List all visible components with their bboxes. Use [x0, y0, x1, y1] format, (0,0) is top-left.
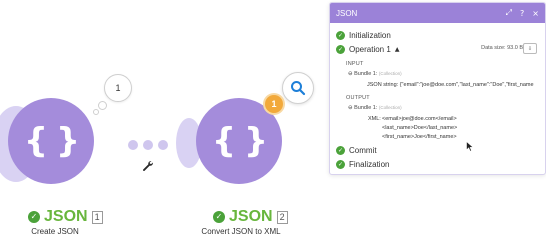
expand-icon[interactable]: ⤢ — [506, 8, 512, 18]
panel-title: JSON — [336, 8, 358, 18]
module-1-json[interactable]: { } — [8, 98, 94, 184]
data-size: Data size: 93.0 B — [481, 45, 523, 51]
xml-label: XML: — [368, 116, 381, 122]
commit-row[interactable]: ✓ Commit — [336, 146, 377, 155]
inspect-output-button[interactable] — [282, 72, 314, 104]
json-string-label: JSON string: — [367, 82, 399, 88]
bubble-tail-dot-small — [93, 109, 99, 115]
input-bundle-label: Bundle 1: — [354, 71, 378, 77]
operations-badge[interactable]: 1 — [265, 95, 283, 113]
collapse-icon[interactable]: ⊖ — [348, 71, 353, 77]
collapse-icon[interactable]: ⊖ — [348, 105, 353, 111]
operation-row[interactable]: ✓ Operation 1 ▲ — [336, 45, 399, 54]
module-name: JSON — [44, 208, 88, 225]
xml-line: <email>joe@doe.com</email> — [382, 116, 457, 122]
check-icon: ✓ — [28, 211, 40, 223]
module-name: JSON — [229, 208, 273, 225]
check-icon: ✓ — [336, 45, 345, 54]
check-icon: ✓ — [213, 211, 225, 223]
operations-badge-count: 1 — [271, 99, 277, 109]
output-bundle-label: Bundle 1: — [354, 105, 378, 111]
output-bundle-type: (Collection) — [378, 105, 402, 110]
connection-dot — [143, 140, 153, 150]
check-icon: ✓ — [336, 146, 345, 155]
initialization-label: Initialization — [349, 31, 391, 40]
collapse-arrow-icon[interactable]: ▲ — [395, 46, 400, 53]
json-braces-icon: { } — [211, 121, 268, 161]
finalization-label: Finalization — [349, 160, 390, 169]
xml-line: <last_name>Doe</last_name> — [382, 125, 458, 131]
finalization-row[interactable]: ✓ Finalization — [336, 160, 389, 169]
connection-dot — [128, 140, 138, 150]
operation-label: Operation 1 — [349, 45, 391, 54]
json-string-value: {"email":"joe@doe.com","last_name":"Doe"… — [399, 82, 534, 88]
operations-count-bubble[interactable]: 1 — [104, 74, 132, 102]
module-number: 2 — [276, 210, 288, 224]
check-icon: ✓ — [336, 31, 345, 40]
module-1-label: ✓ JSON 1 — [28, 208, 103, 226]
xml-line: <first_name>Joe</first_name> — [382, 134, 457, 140]
check-icon: ✓ — [336, 160, 345, 169]
wrench-icon[interactable] — [142, 160, 154, 172]
json-braces-icon: { } — [23, 121, 80, 161]
module-2-caption: Convert JSON to XML — [201, 227, 281, 236]
input-bundle-type: (Collection) — [378, 71, 402, 76]
download-icon[interactable]: ⇩ — [523, 43, 537, 54]
panel-header: JSON ⤢ ? × — [330, 3, 545, 23]
initialization-row[interactable]: ✓ Initialization — [336, 31, 391, 40]
input-bundle[interactable]: ⊖ Bundle 1: (Collection) — [348, 71, 402, 77]
help-icon[interactable]: ? — [520, 9, 524, 18]
execution-output-panel: JSON ⤢ ? × ✓ Initialization ✓ Operation … — [329, 2, 546, 175]
connection-dot — [158, 140, 168, 150]
operations-count: 1 — [115, 83, 121, 93]
output-label: OUTPUT — [346, 95, 370, 101]
mouse-cursor-icon — [466, 141, 474, 152]
search-icon — [291, 81, 306, 96]
module-2-label: ✓ JSON 2 — [213, 208, 288, 226]
commit-label: Commit — [349, 146, 377, 155]
scenario-canvas[interactable]: { } 1 { } 1 ✓ JSON 1 Create JSON ✓ JSON … — [0, 0, 546, 242]
close-icon[interactable]: × — [532, 9, 539, 18]
json-string-row: JSON string: {"email":"joe@doe.com","las… — [367, 82, 534, 88]
input-label: INPUT — [346, 61, 364, 67]
module-1-caption: Create JSON — [31, 227, 79, 236]
bubble-tail-dot — [98, 101, 107, 110]
output-bundle[interactable]: ⊖ Bundle 1: (Collection) — [348, 105, 402, 111]
module-number: 1 — [91, 210, 103, 224]
